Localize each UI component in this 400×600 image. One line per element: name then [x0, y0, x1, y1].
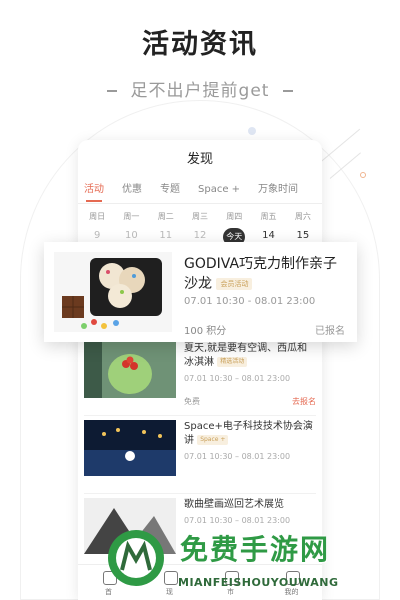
- featured-tag: 会员活动: [216, 278, 253, 290]
- event-tag: 精选活动: [217, 357, 248, 367]
- featured-event-card[interactable]: GODIVA巧克力制作亲子沙龙 会员活动 07.01 10:30 - 08.01…: [44, 242, 357, 342]
- weekday-label: 周三: [191, 212, 208, 221]
- week-calendar: 周日 9 周一 10 周二 11 周三 12 周四 今天 周五 14 周六 15: [78, 204, 322, 246]
- event-thumbnail: [84, 342, 176, 398]
- list-item[interactable]: 夏天,就是要有空调、西瓜和冰淇淋 精选活动 07.01 10:30 – 08.0…: [84, 338, 316, 416]
- weekday-label: 周五: [260, 212, 277, 221]
- weekday-label: 周日: [89, 212, 106, 221]
- event-time: 07.01 10:30 – 08.01 23:00: [184, 516, 291, 525]
- featured-status: 已报名: [315, 326, 345, 337]
- featured-time: 07.01 10:30 - 08.01 23:00: [184, 296, 316, 307]
- promo-subtitle-text: 足不出户提前get: [130, 81, 270, 101]
- weekday-label: 周二: [157, 212, 174, 221]
- tab-activity[interactable]: 活动: [84, 180, 104, 204]
- decor-dot-blue: [248, 127, 256, 135]
- event-thumbnail: [84, 420, 176, 476]
- list-item[interactable]: Space+电子科技技术协会演讲 Space + 07.01 10:30 – 0…: [84, 416, 316, 494]
- decor-dot-orange: [360, 172, 366, 178]
- tab-wanxiang-time[interactable]: 万象时间: [258, 180, 298, 204]
- promo-title: 活动资讯: [142, 29, 258, 60]
- event-title: 歌曲壁画巡回艺术展览: [184, 499, 284, 510]
- event-time: 07.01 10:30 – 08.01 23:00: [184, 374, 291, 383]
- tab-bar: 活动 优惠 专题 Space + 万象时间: [78, 180, 322, 204]
- event-price: 免费: [184, 397, 200, 406]
- weekday-label: 周一: [123, 212, 140, 221]
- featured-thumbnail: [54, 252, 172, 332]
- featured-title: GODIVA巧克力制作亲子沙龙: [184, 256, 338, 292]
- watermark-subtext: MIANFEISHOUYOUWANG: [178, 576, 339, 589]
- promo-subtitle: 足不出户提前get: [0, 76, 400, 101]
- chocolate-image: [54, 252, 172, 332]
- dash-right: [283, 90, 294, 92]
- weekday-label: 周六: [294, 212, 311, 221]
- signup-link[interactable]: 去报名: [292, 396, 316, 407]
- tab-space[interactable]: Space +: [198, 180, 240, 204]
- tab-discount[interactable]: 优惠: [122, 180, 142, 204]
- smoothie-image: [84, 342, 176, 398]
- tab-topic[interactable]: 专题: [160, 180, 180, 204]
- weekday-label: 周四: [226, 212, 243, 221]
- dash-left: [106, 90, 117, 92]
- watermark-logo-icon: [108, 530, 164, 586]
- page-title: 发现: [186, 152, 213, 167]
- featured-points: 100 积分: [184, 326, 227, 337]
- watermark-text: 免费手游网: [180, 533, 331, 566]
- event-time: 07.01 10:30 – 08.01 23:00: [184, 452, 291, 461]
- event-tag: Space +: [197, 435, 229, 445]
- tech-image: [84, 420, 176, 476]
